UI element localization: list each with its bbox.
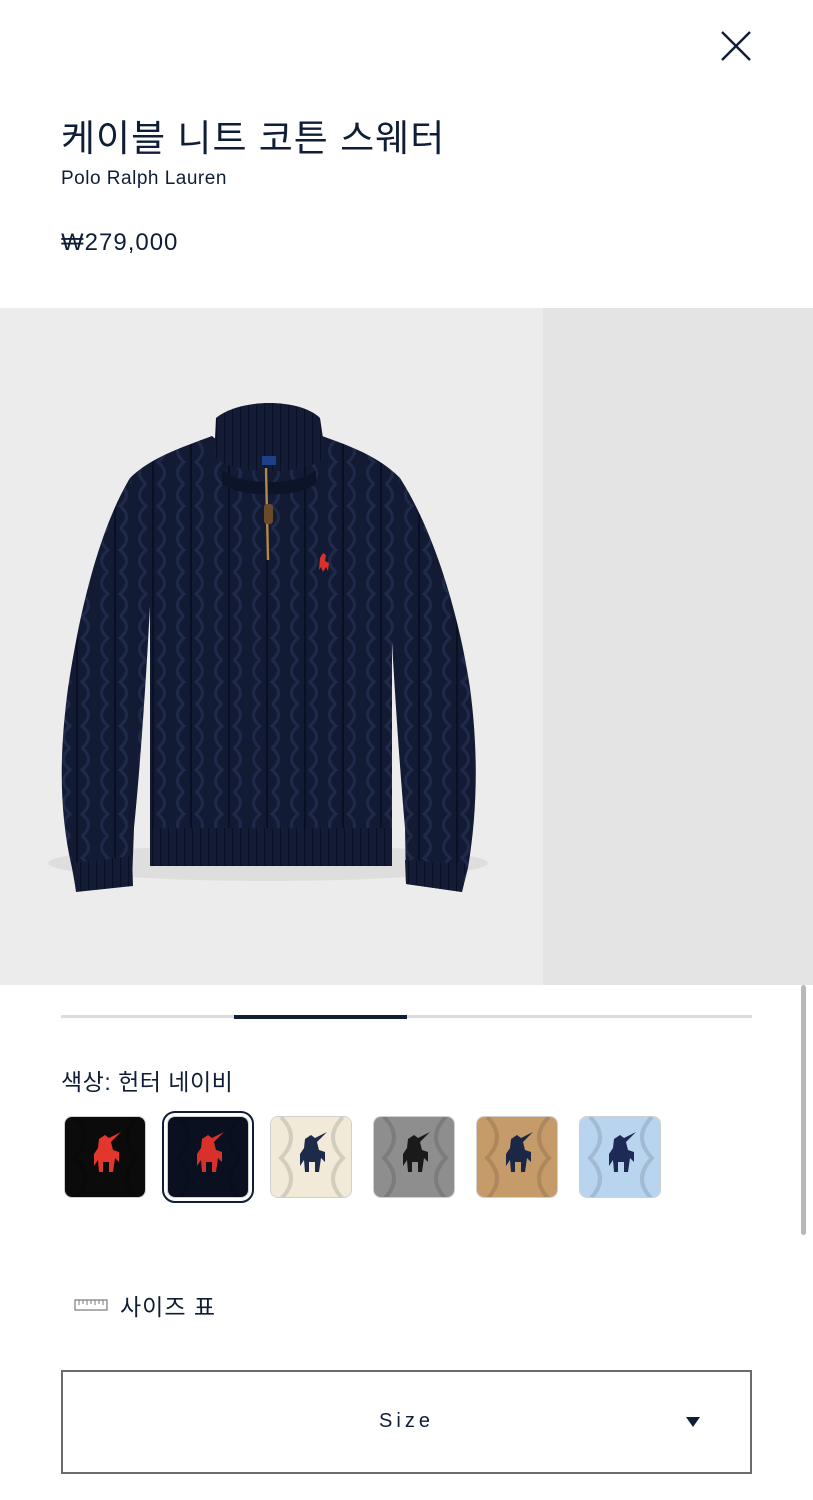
color-swatch-camel[interactable] — [476, 1116, 558, 1198]
ruler-icon — [74, 1299, 108, 1311]
scrollbar[interactable] — [801, 985, 806, 1235]
pony-logo-icon — [65, 1117, 145, 1197]
color-swatch-grey-heather[interactable] — [373, 1116, 455, 1198]
color-swatch-hunter-navy[interactable] — [162, 1111, 254, 1203]
pony-logo-icon — [374, 1117, 454, 1197]
color-swatch-black-red-pony[interactable] — [64, 1116, 146, 1198]
pony-logo-icon — [580, 1117, 660, 1197]
close-icon — [721, 31, 751, 61]
next-image-preview[interactable] — [543, 308, 813, 985]
image-progress-track — [61, 1015, 752, 1019]
selected-color-label: 색상: 헌터 네이비 — [61, 1069, 234, 1095]
product-image — [48, 403, 488, 892]
color-swatches — [64, 1111, 661, 1203]
pony-logo-icon — [271, 1117, 351, 1197]
product-price: ₩279,000 — [61, 229, 179, 256]
color-swatch-cream[interactable] — [270, 1116, 352, 1198]
close-button[interactable] — [716, 26, 756, 66]
image-progress-indicator — [233, 1015, 407, 1019]
brand-name: Polo Ralph Lauren — [61, 168, 227, 189]
pony-logo-icon — [477, 1117, 557, 1197]
size-chart-label: 사이즈 표 — [120, 1294, 217, 1320]
size-chart-link[interactable]: 사이즈 표 — [74, 1288, 216, 1322]
product-image-carousel[interactable] — [0, 308, 813, 985]
pony-logo-icon — [168, 1117, 248, 1197]
caret-down-icon — [686, 1417, 700, 1427]
product-title: 케이블 니트 코튼 스웨터 — [61, 118, 446, 159]
size-select-label: Size — [379, 1410, 434, 1432]
size-select[interactable]: Size — [61, 1370, 752, 1474]
color-swatch-light-blue[interactable] — [579, 1116, 661, 1198]
